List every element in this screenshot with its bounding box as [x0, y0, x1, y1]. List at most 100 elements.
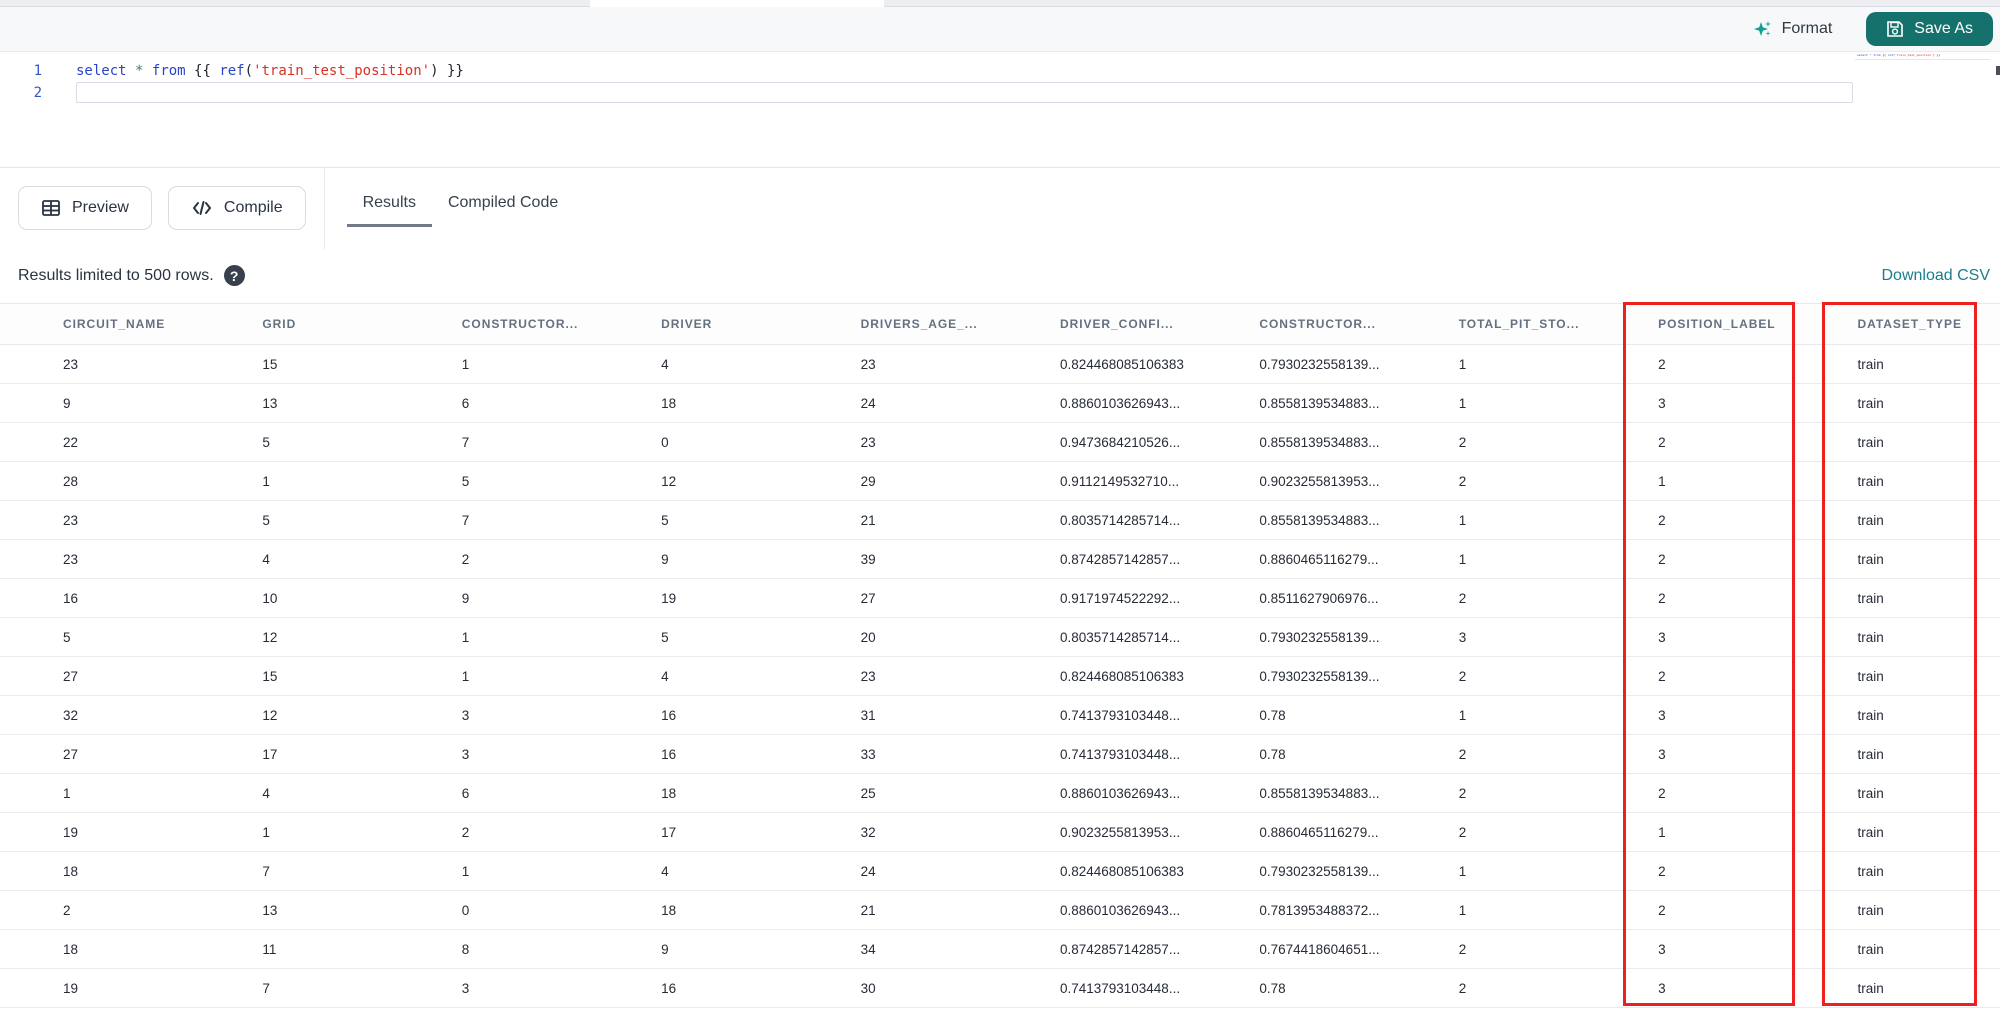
column-header: CONSTRUCTOR... [461, 317, 579, 331]
table-cell: 18 [661, 395, 677, 411]
table-cell: train [1857, 551, 1884, 567]
code-line-1[interactable]: select * from {{ ref('train_test_positio… [76, 60, 1850, 82]
table-cell: train [1857, 395, 1884, 411]
table-cell: train [1857, 434, 1884, 450]
column-header: DATASET_TYPE [1857, 317, 1962, 331]
table-cell: 0.7413793103448... [1059, 980, 1181, 996]
table-cell: train [1857, 512, 1884, 528]
code-token-plain: }} [438, 63, 464, 79]
table-cell: 0.824468085106383 [1059, 668, 1184, 684]
table-cell: 0.7930232558139... [1259, 356, 1380, 372]
table-cell: train [1857, 902, 1884, 918]
download-csv-link[interactable]: Download CSV [1882, 267, 1991, 285]
table-row: 22 5 7 0 23 0.9473684210526... 0.8558139534883… [0, 423, 2000, 462]
table-cell: 0.824468085106383 [1059, 356, 1184, 372]
code-token-keyword: ref [219, 63, 245, 79]
table-cell: 11 [262, 941, 277, 957]
sparkles-icon [1753, 19, 1773, 39]
table-cell: 0.8742857142857... [1059, 941, 1181, 957]
table-row: 9 13 6 18 24 0.8860103626943... 0.855813953488… [0, 384, 2000, 423]
preview-label: Preview [72, 199, 129, 216]
editor-scroll-thumb[interactable] [1996, 66, 2000, 75]
tab-results[interactable]: Results [346, 181, 432, 227]
table-cell: 3 [461, 746, 470, 762]
table-cell: 1 [461, 668, 470, 684]
table-cell: 2 [1458, 668, 1467, 684]
table-cell: 3 [1658, 629, 1666, 645]
table-cell: 1 [262, 824, 270, 840]
table-row: 16 10 9 19 27 0.9171974522292... 0.85116279069… [0, 579, 2000, 618]
column-header: TOTAL_PIT_STO... [1458, 317, 1580, 331]
table-cell: 15 [262, 356, 278, 372]
save-icon [1886, 20, 1904, 38]
table-cell: 1 [1458, 395, 1467, 411]
table-cell: 1 [63, 785, 71, 801]
table-cell: 1 [461, 863, 470, 879]
code-token-keyword: from [1873, 53, 1881, 57]
table-cell: 39 [860, 551, 876, 567]
table-cell: 1 [1458, 512, 1467, 528]
table-cell: 20 [860, 629, 876, 645]
table-cell: 0.78 [1259, 707, 1286, 723]
table-cell: 12 [661, 473, 677, 489]
table-cell: 1 [262, 473, 270, 489]
save-as-label: Save As [1914, 20, 1973, 37]
active-line-indicator[interactable] [76, 82, 1853, 103]
table-cell: 2 [1458, 473, 1467, 489]
table-cell: 0.9023255813953... [1259, 473, 1380, 489]
code-token-plain: ) [430, 63, 439, 79]
table-cell: 24 [860, 395, 876, 411]
active-tab-segment [590, 0, 884, 7]
table-cell: train [1857, 941, 1884, 957]
table-cell: 3 [1658, 980, 1666, 996]
table-cell: 2 [1658, 434, 1666, 450]
table-cell: train [1857, 356, 1884, 372]
code-icon [191, 199, 213, 217]
table-cell: 28 [63, 473, 79, 489]
code-token-plain: ( [244, 63, 254, 79]
table-row: 19 7 3 16 30 0.7413793103448... 0.78 2 3 train [0, 969, 2000, 1008]
table-cell: 0.9473684210526... [1059, 434, 1181, 450]
table-cell: 2 [461, 551, 470, 567]
table-cell: train [1857, 590, 1884, 606]
table-cell: 27 [63, 668, 79, 684]
compile-button[interactable]: Compile [167, 186, 306, 230]
table-cell: train [1857, 824, 1884, 840]
table-cell: 5 [461, 473, 470, 489]
sql-editor[interactable]: 1 2 select * from {{ ref('train_test_pos… [0, 52, 2000, 167]
table-cell: 13 [262, 395, 278, 411]
table-cell: 2 [1658, 902, 1666, 918]
code-token-plain: {{ [185, 63, 220, 79]
code-token-keyword: select [76, 63, 127, 79]
table-cell: 27 [860, 590, 876, 606]
table-cell: 23 [860, 356, 876, 372]
format-button[interactable]: Format [1753, 19, 1832, 39]
column-header: CIRCUIT_NAME [63, 317, 166, 331]
table-cell: 7 [461, 512, 470, 528]
code-token-keyword: from [151, 63, 186, 79]
table-cell: 2 [1458, 590, 1467, 606]
code-token-string: 'train_test_position' [1894, 53, 1933, 57]
table-cell: 32 [860, 824, 876, 840]
table-cell: 4 [661, 863, 669, 879]
table-cell: 34 [860, 941, 876, 957]
table-cell: 5 [63, 629, 71, 645]
table-cell: 2 [1658, 590, 1666, 606]
code-token-plain: {{ [1880, 53, 1888, 57]
table-cell: 0.824468085106383 [1059, 863, 1184, 879]
help-icon[interactable]: ? [223, 265, 245, 286]
table-cell: 17 [661, 824, 677, 840]
table-cell: 1 [1458, 707, 1467, 723]
tab-compiled-code[interactable]: Compiled Code [432, 181, 574, 227]
results-table: CIRCUIT_NAME GRID CONSTRUCTOR... DRIVER DRIV… [0, 303, 2000, 1008]
table-cell: 0.7813953488372... [1259, 902, 1380, 918]
table-cell: 21 [860, 902, 876, 918]
editor-minimap[interactable]: select * from {{ ref('train_test_positio… [1855, 52, 1990, 162]
table-cell: 4 [661, 356, 669, 372]
line-number-gutter: 1 2 [0, 60, 42, 104]
table-cell: train [1857, 863, 1884, 879]
save-as-button[interactable]: Save As [1866, 12, 1993, 46]
table-cell: 32 [63, 707, 79, 723]
table-cell: 0.7674418604651... [1259, 941, 1380, 957]
preview-button[interactable]: Preview [18, 186, 152, 230]
